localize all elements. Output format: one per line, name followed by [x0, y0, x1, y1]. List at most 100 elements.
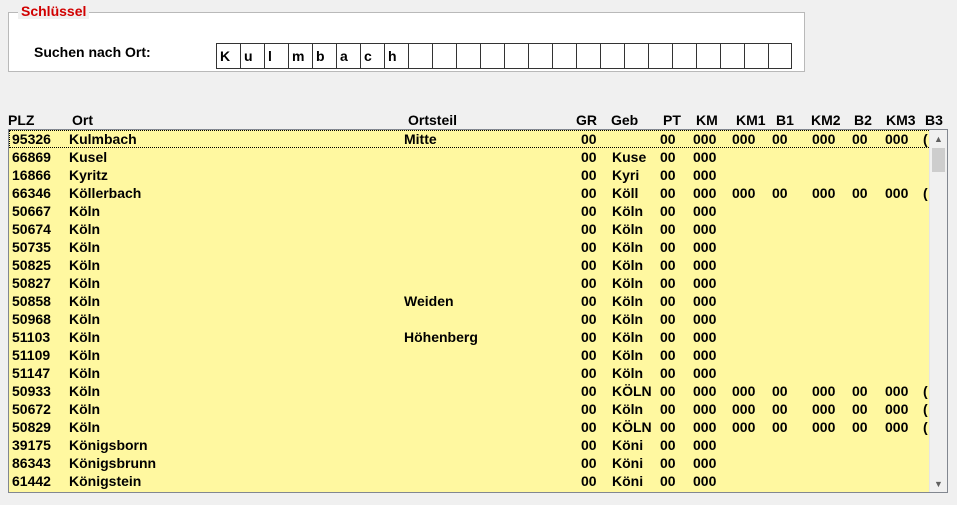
scroll-up-icon[interactable]: ▲: [930, 130, 947, 147]
search-char-box[interactable]: b: [312, 43, 336, 69]
search-char-box[interactable]: K: [216, 43, 240, 69]
search-char-box[interactable]: [768, 43, 792, 69]
column-header-km1[interactable]: KM1: [736, 112, 766, 128]
column-header-ort[interactable]: Ort: [72, 112, 93, 128]
cell-geb: Köln: [612, 275, 644, 291]
table-row[interactable]: 51103 Köln Höhenberg 00 Köln 00 000: [9, 328, 931, 346]
column-header-km[interactable]: KM: [696, 112, 718, 128]
cell-km: 000: [693, 401, 717, 417]
column-header-plz[interactable]: PLZ: [8, 112, 34, 128]
table-row[interactable]: 61442 Königstein 00 Köni 00 000: [9, 472, 931, 490]
search-label: Suchen nach Ort:: [34, 44, 151, 60]
table-row[interactable]: 50829 Köln 00 KÖLN 00 000 000 00 000 00 000(: [9, 418, 931, 436]
search-char-box[interactable]: [672, 43, 696, 69]
table-row[interactable]: 16866 Kyritz 00 Kyri 00 000: [9, 166, 931, 184]
cell-plz: 51147: [12, 365, 51, 381]
table-row[interactable]: 50667 Köln 00 Köln 00 000: [9, 202, 931, 220]
cell-km: 000: [693, 275, 717, 291]
search-char-box[interactable]: [696, 43, 720, 69]
search-input[interactable]: Kulmbach: [216, 43, 792, 69]
search-char-box[interactable]: [744, 43, 768, 69]
scroll-down-icon[interactable]: ▼: [930, 475, 947, 492]
column-header-km2[interactable]: KM2: [811, 112, 841, 128]
table-row[interactable]: 66346 Köllerbach 00 Köll 00 000 000 00 000 00 000(: [9, 184, 931, 202]
cell-geb: Köln: [612, 311, 644, 327]
cell-ort: Königstein: [69, 473, 142, 489]
table-row[interactable]: 50827 Köln 00 Köln 00 000: [9, 274, 931, 292]
cell-ort: Köln: [69, 239, 101, 255]
cell-b1: 00: [772, 185, 788, 201]
cell-ort: Köln: [69, 329, 101, 345]
column-header-km3[interactable]: KM3: [886, 112, 916, 128]
search-char-box[interactable]: h: [384, 43, 408, 69]
cell-plz: 50825: [12, 257, 51, 273]
cell-ort: Köln: [69, 419, 101, 435]
cell-ortsteil: Höhenberg: [404, 329, 478, 345]
search-char-box[interactable]: [648, 43, 672, 69]
cell-ort: Köllerbach: [69, 185, 142, 201]
table-row[interactable]: 39175 Königsborn 00 Köni 00 000: [9, 436, 931, 454]
table-row[interactable]: 50672 Köln 00 Köln 00 000 000 00 000 00 000(: [9, 400, 931, 418]
search-char-box[interactable]: c: [360, 43, 384, 69]
cell-pt: 00: [660, 311, 676, 327]
cell-gr: 00: [581, 257, 597, 273]
column-header-gr[interactable]: GR: [576, 112, 597, 128]
search-char-box[interactable]: [552, 43, 576, 69]
column-header-b2[interactable]: B2: [854, 112, 872, 128]
table-row[interactable]: 50674 Köln 00 Köln 00 000: [9, 220, 931, 238]
column-header-b1[interactable]: B1: [776, 112, 794, 128]
column-header-pt[interactable]: PT: [663, 112, 681, 128]
search-char-box[interactable]: [504, 43, 528, 69]
column-header-b3[interactable]: B3: [925, 112, 943, 128]
cell-geb: Kyri: [612, 167, 640, 183]
table-row[interactable]: 50825 Köln 00 Köln 00 000: [9, 256, 931, 274]
search-char-box[interactable]: [432, 43, 456, 69]
cell-km: 000: [693, 257, 717, 273]
scroll-thumb[interactable]: [932, 148, 945, 172]
table-row[interactable]: 86343 Königsbrunn 00 Köni 00 000: [9, 454, 931, 472]
cell-b3: (: [923, 401, 928, 417]
table-row[interactable]: 50933 Köln 00 KÖLN 00 000 000 00 000 00 000(: [9, 382, 931, 400]
search-char-box[interactable]: [624, 43, 648, 69]
search-char-box[interactable]: u: [240, 43, 264, 69]
search-char-box[interactable]: a: [336, 43, 360, 69]
search-char-box[interactable]: [408, 43, 432, 69]
cell-km3: 000: [885, 185, 909, 201]
table-row[interactable]: 50735 Köln 00 Köln 00 000: [9, 238, 931, 256]
results-grid[interactable]: 61442 Königstein 00 Köni 00 000 86343 Königsbru…: [8, 129, 948, 493]
cell-plz: 50674: [12, 221, 51, 237]
cell-plz: 50672: [12, 401, 51, 417]
table-row[interactable]: 50968 Köln 00 Köln 00 000: [9, 310, 931, 328]
search-char-box[interactable]: l: [264, 43, 288, 69]
cell-plz: 50735: [12, 239, 51, 255]
column-header-geb[interactable]: Geb: [611, 112, 638, 128]
cell-km: 000: [693, 131, 717, 147]
cell-gr: 00: [581, 437, 597, 453]
table-row[interactable]: 95326 Kulmbach Mitte 00 00 000 000 00 000 00 000(: [9, 130, 931, 148]
cell-b3: (: [923, 185, 928, 201]
cell-plz: 66869: [12, 149, 51, 165]
cell-km: 000: [693, 311, 717, 327]
cell-km: 000: [693, 455, 717, 471]
column-header-ortsteil[interactable]: Ortsteil: [408, 112, 457, 128]
search-char-box[interactable]: [600, 43, 624, 69]
table-row[interactable]: 66869 Kusel 00 Kuse 00 000: [9, 148, 931, 166]
cell-ort: Köln: [69, 293, 101, 309]
cell-km: 000: [693, 221, 717, 237]
table-row[interactable]: 50858 Köln Weiden 00 Köln 00 000: [9, 292, 931, 310]
cell-plz: 50933: [12, 383, 51, 399]
search-char-box[interactable]: [480, 43, 504, 69]
table-row[interactable]: 51147 Köln 00 Köln 00 000: [9, 364, 931, 382]
search-char-box[interactable]: [528, 43, 552, 69]
cell-km: 000: [693, 239, 717, 255]
cell-pt: 00: [660, 383, 676, 399]
cell-pt: 00: [660, 221, 676, 237]
table-row[interactable]: 51109 Köln 00 Köln 00 000: [9, 346, 931, 364]
search-char-box[interactable]: [720, 43, 744, 69]
cell-km2: 000: [812, 185, 836, 201]
search-char-box[interactable]: m: [288, 43, 312, 69]
search-char-box[interactable]: [456, 43, 480, 69]
cell-gr: 00: [581, 347, 597, 363]
search-char-box[interactable]: [576, 43, 600, 69]
vertical-scrollbar[interactable]: ▲ ▼: [929, 130, 947, 492]
